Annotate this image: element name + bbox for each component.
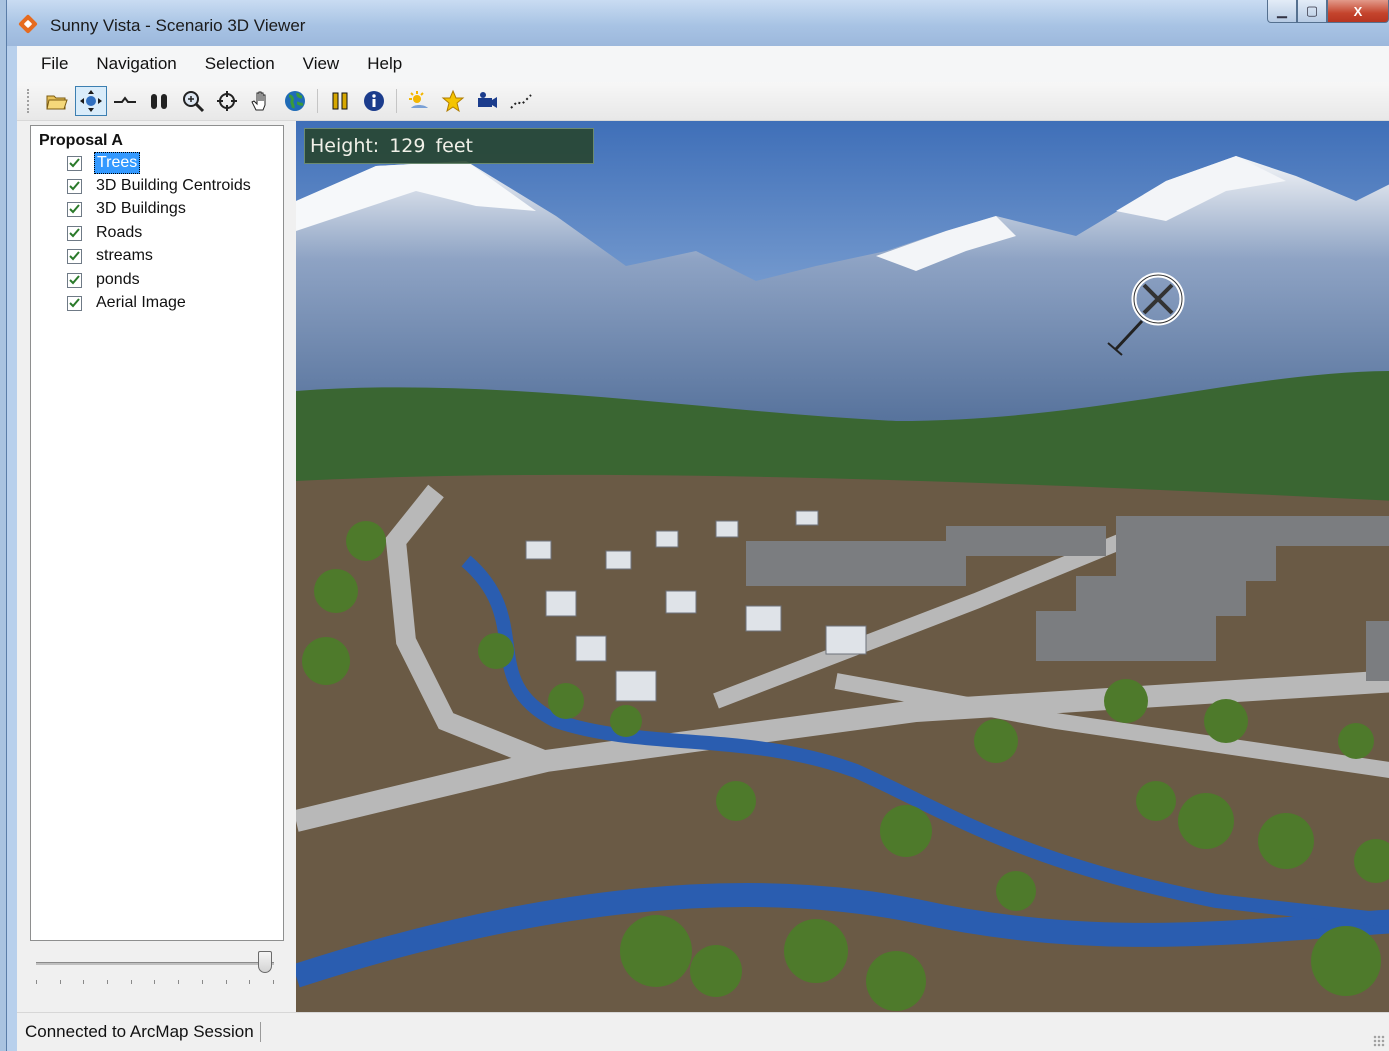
maximize-button[interactable]: ▢ [1297,0,1327,23]
layer-label[interactable]: Roads [94,223,144,243]
camera-icon[interactable] [471,86,503,116]
layer-checkbox[interactable] [67,155,82,171]
transparency-slider[interactable] [36,951,278,991]
layer-label[interactable]: Aerial Image [94,293,188,313]
layer-item-roads[interactable]: Roads [67,222,144,244]
app-icon [18,14,38,34]
toolbar-separator [317,89,318,113]
layer-tree[interactable]: Proposal A Trees 3D Building Centroids 3… [30,125,284,941]
resize-grip[interactable] [1373,1035,1385,1047]
status-bar: Connected to ArcMap Session [17,1012,1389,1051]
toc-root-proposal[interactable]: Proposal A [39,132,123,150]
animation-path-icon[interactable] [505,86,537,116]
layer-checkbox[interactable] [67,295,82,311]
toolbar-separator [396,89,397,113]
fly-icon[interactable] [109,86,141,116]
menu-view[interactable]: View [289,46,354,82]
slider-track[interactable] [36,962,274,965]
menu-selection[interactable]: Selection [191,46,289,82]
minimize-button[interactable]: ▁ [1267,0,1297,23]
layer-item-3d-building-centroids[interactable]: 3D Building Centroids [67,175,253,197]
close-button[interactable]: X [1327,0,1389,23]
full-extent-globe-icon[interactable] [279,86,311,116]
app-window: Sunny Vista - Scenario 3D Viewer ▁ ▢ X F… [6,0,1389,1051]
menu-file[interactable]: File [27,46,82,82]
toolbar-grip[interactable] [27,89,33,113]
bookmark-star-icon[interactable] [437,86,469,116]
layer-checkbox[interactable] [67,178,82,194]
info-icon[interactable] [358,86,390,116]
height-unit: feet [435,135,474,157]
layer-label[interactable]: streams [94,246,155,266]
title-bar[interactable]: Sunny Vista - Scenario 3D Viewer ▁ ▢ X [7,0,1389,46]
pause-icon[interactable] [324,86,356,116]
height-readout: Height: 129 feet [304,128,594,164]
window-title: Sunny Vista - Scenario 3D Viewer [50,16,306,35]
window-controls: ▁ ▢ X [1267,0,1389,30]
slider-ticks [36,980,274,986]
layer-label[interactable]: 3D Buildings [94,199,188,219]
client-area: File Navigation Selection View Help Prop… [17,46,1389,1051]
menu-help[interactable]: Help [353,46,416,82]
open-folder-icon[interactable] [41,86,73,116]
toolbar [17,82,1389,121]
center-target-icon[interactable] [211,86,243,116]
zoom-window-icon[interactable] [177,86,209,116]
3d-scene[interactable] [296,121,1389,1013]
layer-checkbox[interactable] [67,248,82,264]
menu-navigation[interactable]: Navigation [82,46,190,82]
sun-position-icon[interactable] [403,86,435,116]
layer-item-ponds[interactable]: ponds [67,269,142,291]
pan-hand-icon[interactable] [245,86,277,116]
layer-checkbox[interactable] [67,201,82,217]
slider-thumb[interactable] [258,951,272,973]
status-text: Connected to ArcMap Session [25,1022,261,1042]
3d-viewport[interactable]: Height: 129 feet [296,121,1389,1013]
zoom-in-out-icon[interactable] [143,86,175,116]
layer-label[interactable]: Trees [94,152,141,174]
table-of-contents-panel: Proposal A Trees 3D Building Centroids 3… [17,121,295,1013]
layer-item-3d-buildings[interactable]: 3D Buildings [67,198,188,220]
layer-label[interactable]: ponds [94,270,142,290]
height-label: Height: [310,135,380,157]
layer-checkbox[interactable] [67,272,82,288]
layer-item-trees[interactable]: Trees [67,152,141,174]
layer-item-aerial-image[interactable]: Aerial Image [67,292,188,314]
menu-bar: File Navigation Selection View Help [17,46,1389,82]
height-value: 129 [389,135,426,157]
layer-item-streams[interactable]: streams [67,245,155,267]
layer-label[interactable]: 3D Building Centroids [94,176,253,196]
layer-checkbox[interactable] [67,225,82,241]
navigate-icon[interactable] [75,86,107,116]
